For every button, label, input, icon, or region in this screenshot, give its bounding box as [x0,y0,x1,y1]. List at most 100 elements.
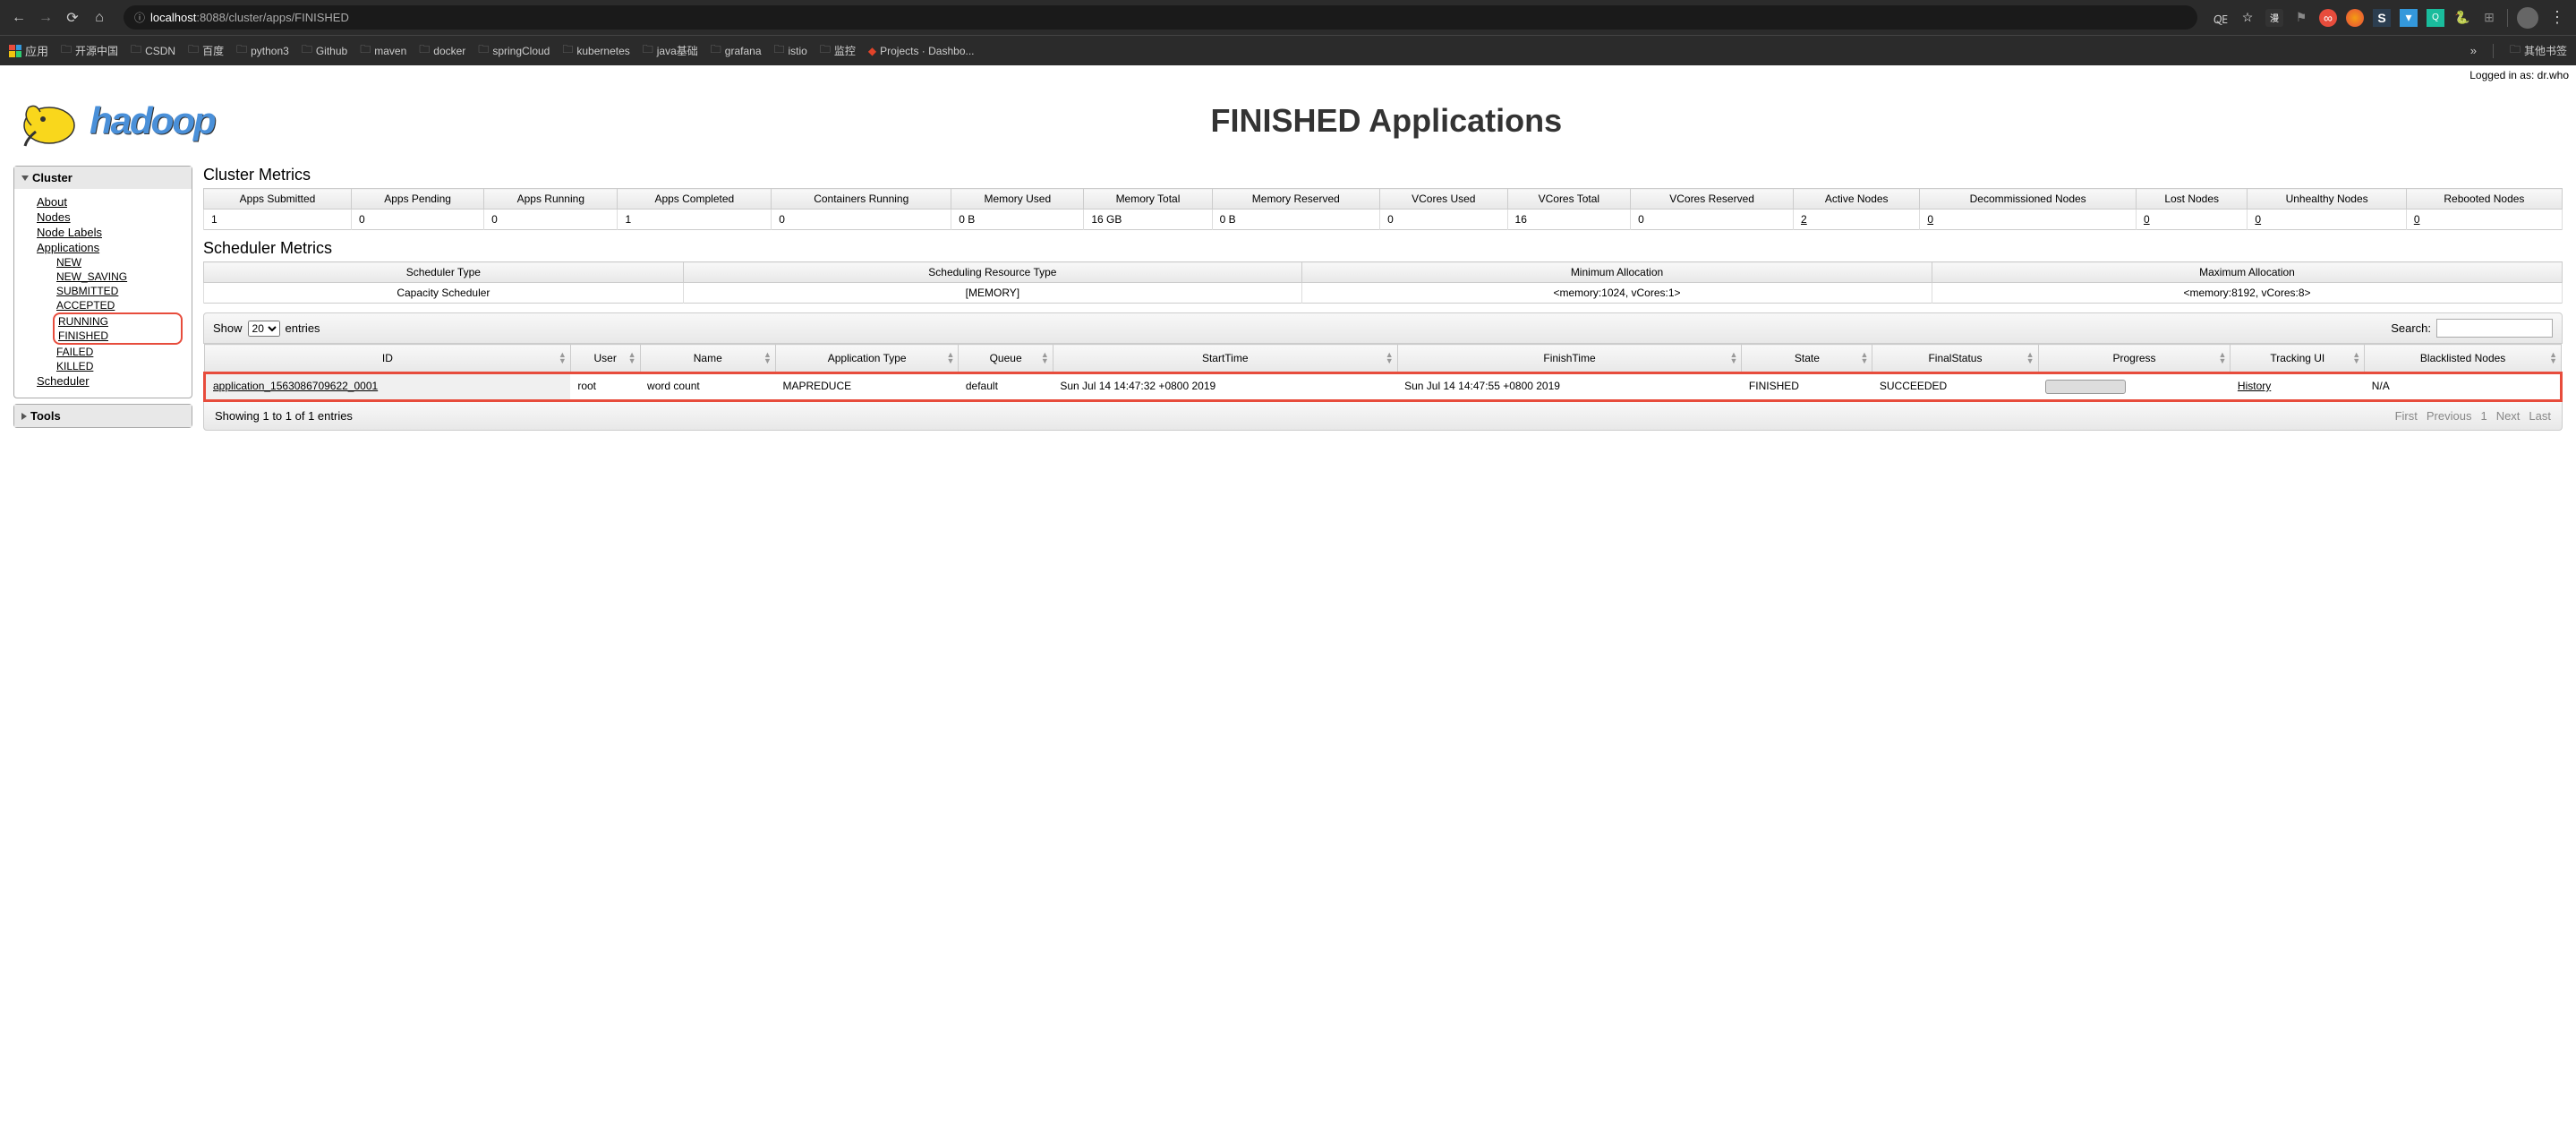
apps-column-header[interactable]: ID▲▼ [205,345,571,373]
nav-state-new-saving[interactable]: NEW_SAVING [56,270,183,284]
site-info-icon[interactable]: ⓘ [134,10,145,25]
metrics-link[interactable]: 2 [1801,213,1807,226]
cluster-nav-box: Cluster About Nodes Node Labels Applicat… [13,166,192,398]
folder-icon: 🗀 [360,41,371,60]
cluster-header[interactable]: Cluster [14,167,192,189]
cell-progress [2038,373,2231,401]
apps-column-header[interactable]: Name▲▼ [640,345,775,373]
nav-scheduler[interactable]: Scheduler [37,373,183,389]
cell-type: MAPREDUCE [775,373,958,401]
sort-icon: ▲▼ [1041,352,1049,364]
bookmark-folder[interactable]: 🗀Github [302,41,347,60]
back-button[interactable]: ← [9,8,29,28]
ext-icon-2[interactable]: ∞ [2319,9,2337,27]
nav-applications[interactable]: Applications [37,240,183,255]
nav-state-finished[interactable]: FINISHED [58,329,177,343]
ext-icon-4[interactable]: S [2373,9,2391,27]
ext-icon-5[interactable]: ▾ [2400,9,2418,27]
page-number[interactable]: 1 [2480,409,2486,423]
cluster-metrics-table: Apps SubmittedApps PendingApps RunningAp… [203,188,2563,230]
page-first[interactable]: First [2395,409,2418,423]
bookmark-folder[interactable]: 🗀开源中国 [61,41,118,60]
apps-column-header[interactable]: User▲▼ [570,345,640,373]
nav-node-labels[interactable]: Node Labels [37,225,183,240]
url-bar[interactable]: ⓘ localhost:8088/cluster/apps/FINISHED [124,5,2197,30]
bookmark-folder[interactable]: 🗀CSDN [131,41,175,60]
metrics-link[interactable]: 0 [2144,213,2150,226]
app-id-link[interactable]: application_1563086709622_0001 [213,380,378,392]
nav-state-new[interactable]: NEW [56,255,183,270]
bookmark-folder[interactable]: 🗀grafana [711,41,762,60]
bookmarks-overflow[interactable]: » [2470,44,2477,57]
translate-icon[interactable]: 🜀 [2212,9,2230,27]
ext-icon-7[interactable]: 🐍 [2453,9,2471,27]
bookmark-folder[interactable]: 🗀maven [360,41,406,60]
apps-table-controls: Show 20 entries Search: [203,312,2563,344]
metrics-value: 0 [1920,210,2137,230]
nav-about[interactable]: About [37,194,183,210]
nav-state-accepted[interactable]: ACCEPTED [56,298,183,312]
bookmark-folder[interactable]: 🗀docker [419,41,465,60]
bookmark-folder[interactable]: 🗀java基础 [643,41,698,60]
reload-button[interactable]: ⟳ [63,8,82,28]
bookmark-folder[interactable]: 🗀kubernetes [562,41,629,60]
nav-state-running[interactable]: RUNNING [58,314,177,329]
cluster-metrics-title: Cluster Metrics [203,166,2563,184]
metrics-header: Scheduling Resource Type [683,262,1301,283]
cell-final: SUCCEEDED [1872,373,2038,401]
apps-column-header[interactable]: Tracking UI▲▼ [2231,345,2365,373]
star-icon[interactable]: ☆ [2239,9,2256,27]
forward-button[interactable]: → [36,8,55,28]
page-next[interactable]: Next [2496,409,2521,423]
page-prev[interactable]: Previous [2427,409,2472,423]
apps-column-header[interactable]: FinishTime▲▼ [1397,345,1742,373]
bookmark-folder[interactable]: 🗀百度 [188,41,224,60]
metrics-link[interactable]: 0 [1927,213,1933,226]
apps-column-header[interactable]: StartTime▲▼ [1053,345,1397,373]
metrics-link[interactable]: 0 [2255,213,2261,226]
metrics-header: Scheduler Type [204,262,684,283]
metrics-header: Active Nodes [1794,189,1920,210]
apps-shortcut[interactable]: 应用 [9,42,48,59]
apps-column-header[interactable]: State▲▼ [1742,345,1872,373]
bookmark-folder[interactable]: 🗀监控 [820,41,856,60]
metrics-value: 0 B [951,210,1084,230]
other-bookmarks[interactable]: 🗀其他书签 [2510,41,2567,60]
ext-icon-6[interactable]: Q [2427,9,2444,27]
metrics-header: VCores Reserved [1631,189,1794,210]
ext-icon-3[interactable] [2346,9,2364,27]
apps-column-header[interactable]: Blacklisted Nodes▲▼ [2365,345,2562,373]
pagination: First Previous 1 Next Last [2395,409,2551,423]
ext-icon-8[interactable]: ⊞ [2480,9,2498,27]
bookmark-icon[interactable]: ⚑ [2292,9,2310,27]
nav-state-failed[interactable]: FAILED [56,345,183,359]
bookmark-gitlab[interactable]: ◆Projects · Dashbo... [868,45,975,57]
entries-select[interactable]: 20 [248,321,280,337]
menu-button[interactable]: ⋮ [2547,8,2567,28]
apps-column-header[interactable]: Queue▲▼ [959,345,1053,373]
tracking-link[interactable]: History [2238,380,2271,392]
metrics-value: 0 [1380,210,1507,230]
nav-nodes[interactable]: Nodes [37,210,183,225]
apps-column-header[interactable]: Progress▲▼ [2038,345,2231,373]
bookmark-folder[interactable]: 🗀springCloud [478,41,550,60]
profile-avatar[interactable] [2517,7,2538,29]
page-header: hadoop FINISHED Applications [0,85,2576,157]
home-button[interactable]: ⌂ [90,8,109,28]
bookmark-folder[interactable]: 🗀istio [774,41,807,60]
page-last[interactable]: Last [2529,409,2551,423]
apps-column-header[interactable]: Application Type▲▼ [775,345,958,373]
cell-start: Sun Jul 14 14:47:32 +0800 2019 [1053,373,1397,401]
folder-icon: 🗀 [2510,41,2521,60]
nav-state-killed[interactable]: KILLED [56,359,183,373]
tools-header[interactable]: Tools [14,405,192,427]
page-content: Logged in as: dr.who hadoop FINISHED App… [0,65,2576,442]
ext-icon-1[interactable]: 漫 [2265,9,2283,27]
apps-column-header[interactable]: FinalStatus▲▼ [1872,345,2038,373]
hadoop-logo[interactable]: hadoop [18,94,215,148]
bookmark-folder[interactable]: 🗀python3 [236,41,289,60]
metrics-value: Capacity Scheduler [204,283,684,304]
metrics-link[interactable]: 0 [2414,213,2420,226]
search-input[interactable] [2436,319,2553,338]
nav-state-submitted[interactable]: SUBMITTED [56,284,183,298]
